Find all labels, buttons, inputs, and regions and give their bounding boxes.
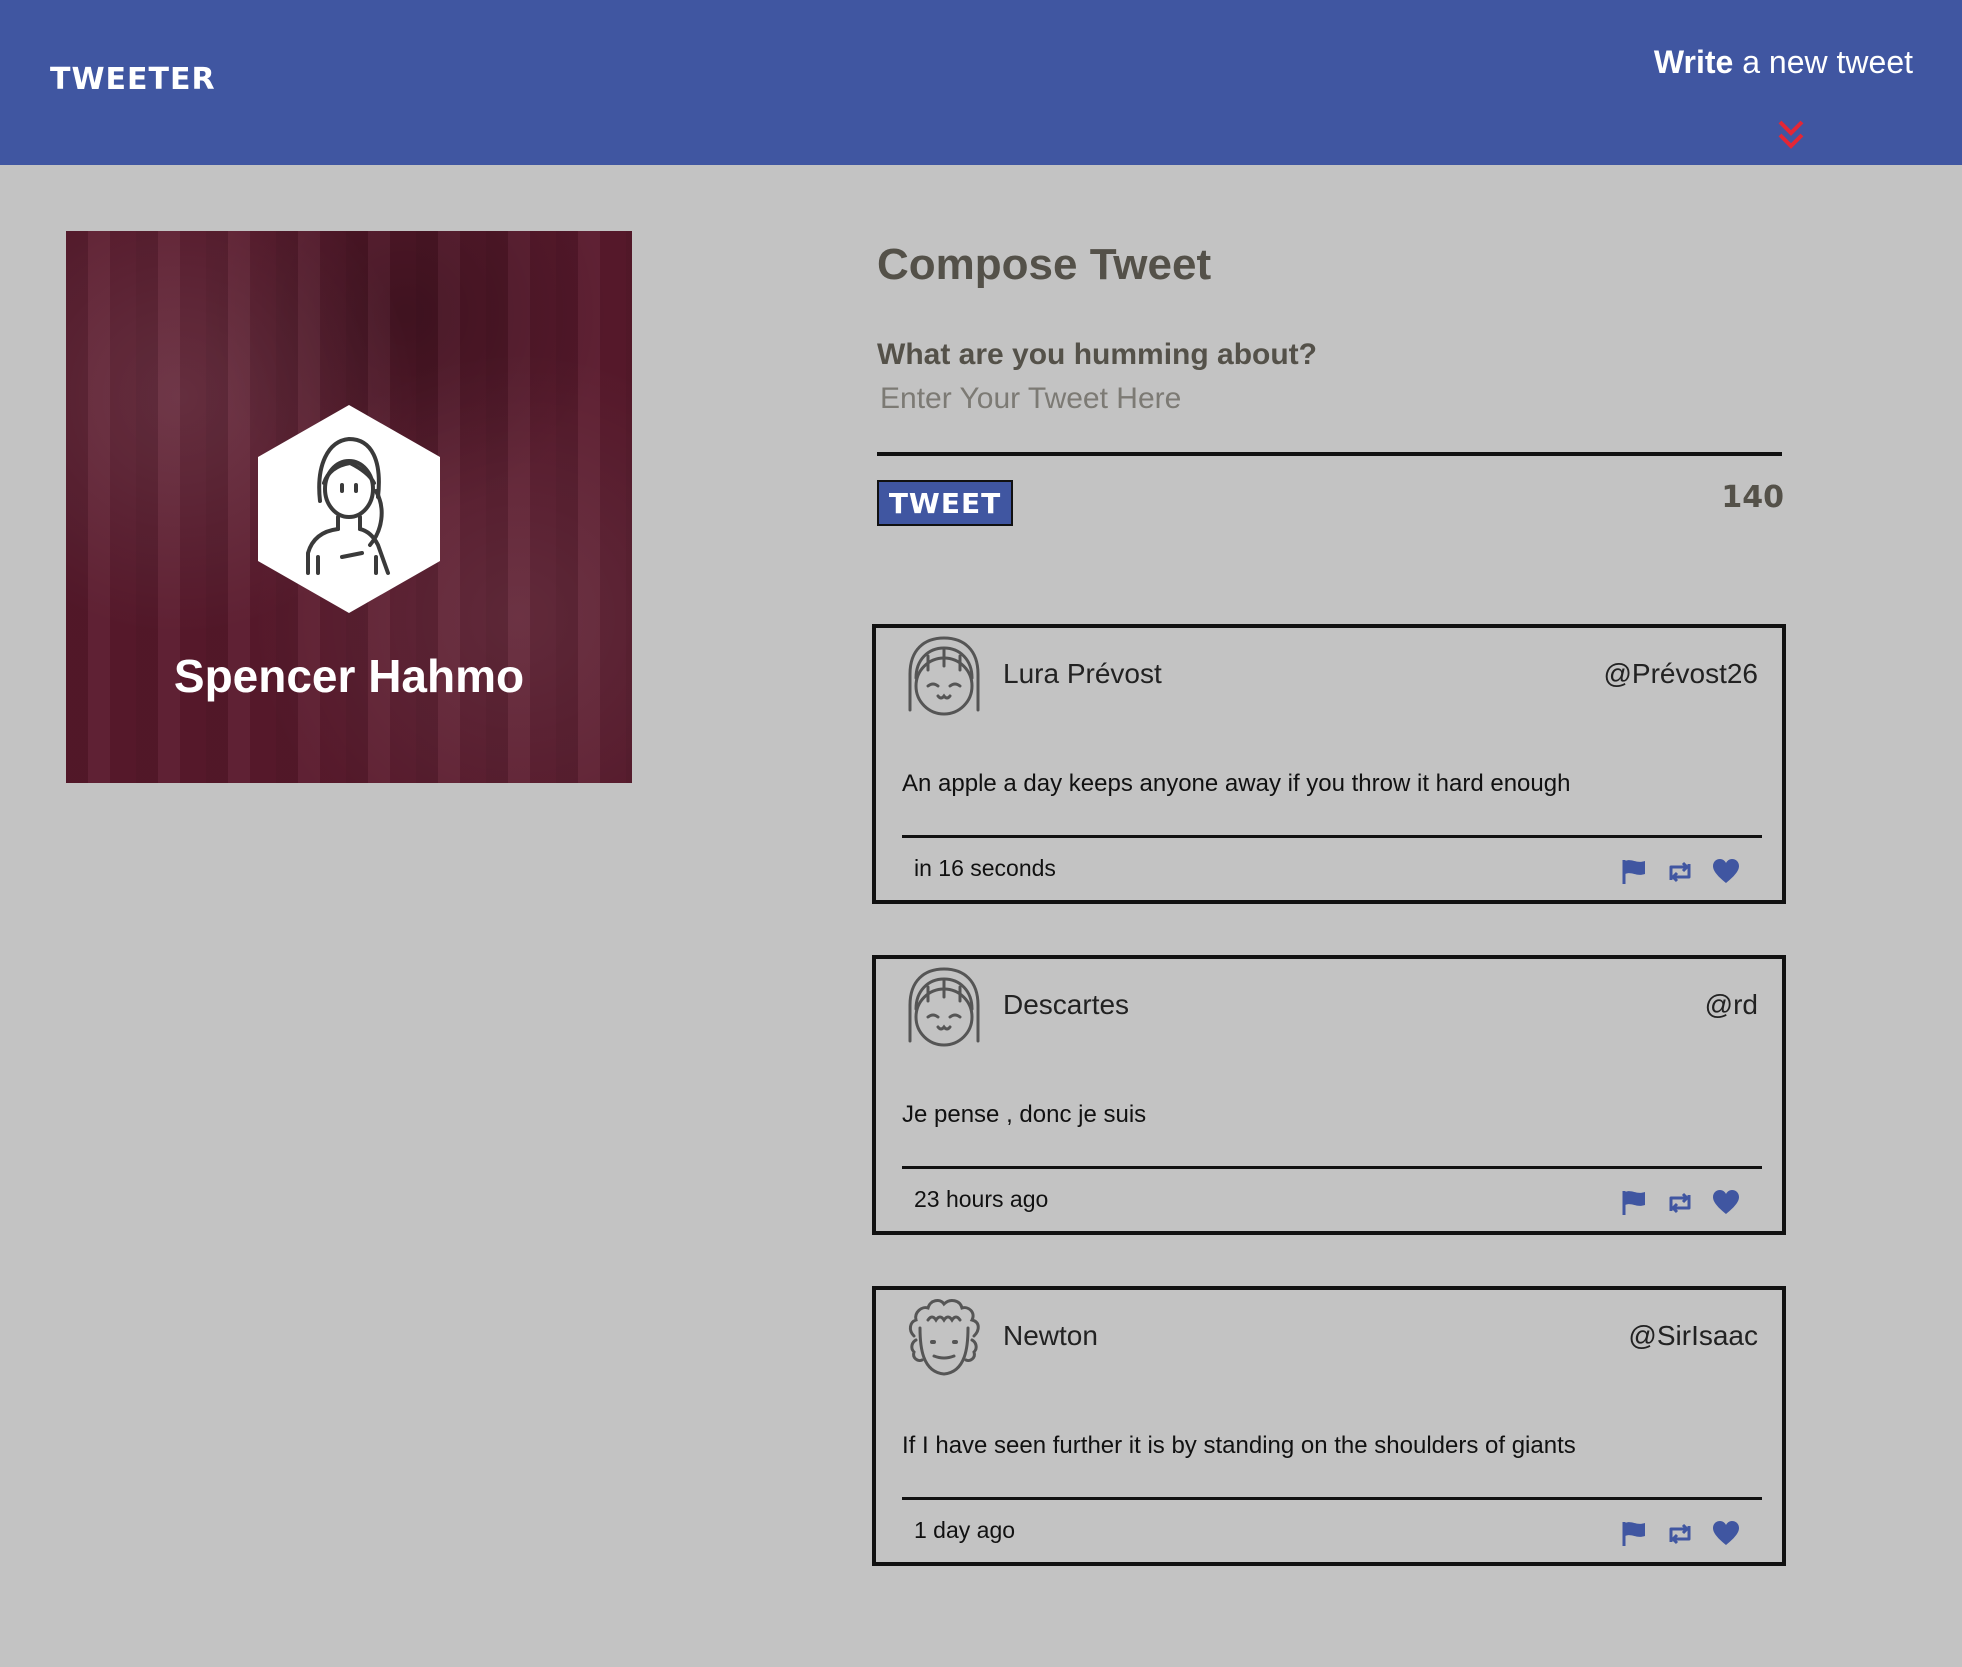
tweet-text: An apple a day keeps anyone away if you … [902,770,1571,797]
curly-hair-avatar-icon [908,1299,980,1376]
girl-avatar-icon [908,967,980,1047]
tweet-author-handle[interactable]: @Prévost26 [1604,658,1759,690]
tweet-card: Newton @SirIsaac If I have seen further … [872,1286,1786,1566]
flag-icon[interactable] [1620,858,1648,886]
tweet-actions [1620,858,1740,886]
tweet-timestamp: 23 hours ago [914,1186,1049,1212]
tweet-author-name: Newton [1003,1320,1098,1351]
write-new-tweet-link[interactable]: Write a new tweet [1654,44,1913,81]
woman-avatar-icon [258,405,440,613]
heart-icon[interactable] [1712,858,1740,886]
retweet-icon[interactable] [1666,858,1694,886]
flag-icon[interactable] [1620,1520,1648,1548]
tweet-timestamp: in 16 seconds [914,855,1056,881]
tweet-timestamp: 1 day ago [914,1517,1016,1543]
top-nav: TWEETER Write a new tweet [0,0,1962,165]
tweet-actions [1620,1189,1740,1217]
retweet-icon[interactable] [1666,1189,1694,1217]
tweet-text: If I have seen further it is by standing… [902,1432,1576,1459]
profile-name: Spencer Hahmo [173,650,525,702]
tweet-author-handle[interactable]: @SirIsaac [1628,1320,1758,1352]
tweet-input[interactable] [877,376,1782,456]
compose-title: Compose Tweet [877,240,1212,289]
tweet-actions [1620,1520,1740,1548]
tweet-card: Descartes @rd Je pense , donc je suis 23… [872,955,1786,1235]
tweet-divider [902,835,1762,838]
profile-card: Spencer Hahmo [66,231,632,783]
brand-logo[interactable]: TWEETER [50,62,216,97]
tweet-text: Je pense , donc je suis [902,1101,1147,1128]
heart-icon[interactable] [1712,1520,1740,1548]
tweet-author-name: Lura Prévost [1003,658,1162,689]
flag-icon[interactable] [1620,1189,1648,1217]
tweet-author-handle[interactable]: @rd [1705,989,1758,1021]
tweet-divider [902,1166,1762,1169]
heart-icon[interactable] [1712,1189,1740,1217]
tweet-card: Lura Prévost @Prévost26 An apple a day k… [872,624,1786,904]
compose-section: Compose Tweet What are you humming about… [877,240,1784,526]
double-chevron-down-icon[interactable] [1776,118,1806,152]
tweet-divider [902,1497,1762,1500]
tweet-button[interactable]: TWEET [877,480,1013,526]
write-bold-label: Write [1653,44,1734,80]
character-counter: 140 [1721,480,1784,515]
write-rest-label: a new tweet [1733,44,1913,80]
girl-avatar-icon [908,636,980,716]
retweet-icon[interactable] [1666,1520,1694,1548]
tweet-author-name: Descartes [1003,989,1130,1020]
compose-question-label: What are you humming about? [877,338,1317,371]
